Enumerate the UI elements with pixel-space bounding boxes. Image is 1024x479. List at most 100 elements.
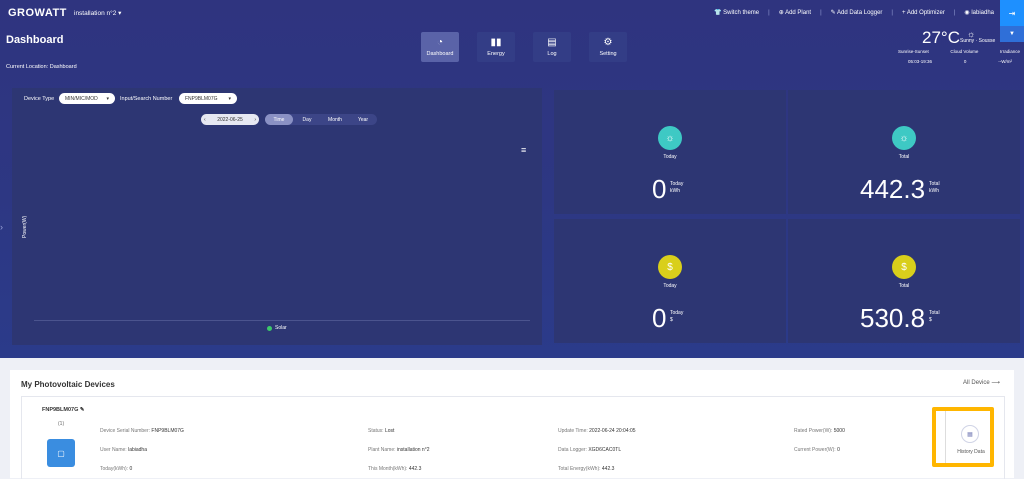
stat-card-energy-total: ☼ Total 442.3 Total kWh <box>788 90 1020 214</box>
field-value: Lost <box>384 428 395 434</box>
field-today: Today(kWh): 0 <box>100 466 132 472</box>
top-nav: GROWATT installation n°2 ▾ 👕 Switch them… <box>0 0 1024 26</box>
gear-icon: ⚙ <box>603 36 613 48</box>
cloud-value: 0 <box>963 59 967 64</box>
switch-theme-button[interactable]: 👕 Switch theme <box>714 9 759 16</box>
field-month: This Month(kWh): 442.3 <box>368 466 421 472</box>
logout-icon: ⇥ <box>1008 8 1016 18</box>
edit-icon[interactable]: ✎ <box>78 407 85 413</box>
field-update-time: Update Time: 2022-06-24 20:04:05 <box>558 428 636 434</box>
stat-unit-top: Today <box>670 310 684 316</box>
add-data-logger-button[interactable]: ✎ Add Data Logger <box>831 9 883 16</box>
field-value: 442.3 <box>601 466 615 472</box>
stat-label: Total <box>898 154 910 160</box>
chevron-down-icon: ▾ <box>118 10 122 17</box>
plant-selector[interactable]: installation n°2 ▾ <box>74 9 121 17</box>
field-value: 0 <box>129 466 133 472</box>
field-data-logger: Data Logger: XGD6CAC0TL <box>558 447 621 453</box>
weather-widget: 27°C ☼ Sunny · Sousse Sunrise-Sunset Clo… <box>898 28 1020 68</box>
chart-menu-icon[interactable]: ≡ <box>521 145 526 155</box>
stat-unit-bottom: $ <box>670 317 673 323</box>
user-menu[interactable]: ◉ labiadha <box>964 9 994 16</box>
all-device-link[interactable]: All Device ⟶ <box>963 379 1000 386</box>
irradiance-label: Irradiance <box>999 49 1020 54</box>
stat-card-energy-today: ☼ Today 0 Today kWh <box>554 90 786 214</box>
range-time[interactable]: Time <box>265 114 293 125</box>
field-value: 5000 <box>833 428 845 434</box>
tab-energy[interactable]: ▮▮ Energy <box>477 32 515 62</box>
tab-dashboard[interactable]: ◔ Dashboard <box>421 32 459 62</box>
breadcrumb: Current Location: Dashboard <box>6 64 77 70</box>
divider: | <box>953 9 956 16</box>
next-date-icon[interactable]: › <box>254 117 256 123</box>
chart-y-label: Power(W) <box>22 215 28 238</box>
field-label: Current Power(W): <box>794 447 836 453</box>
device-type-label: Device Type <box>24 96 55 102</box>
inverter-icon[interactable]: ▢ <box>47 439 75 467</box>
divider: | <box>820 9 822 16</box>
stat-card-revenue-today: $ Today 0 Today $ <box>554 219 786 343</box>
legend-dot <box>267 325 272 331</box>
stat-value: 442.3 <box>860 174 926 204</box>
tab-log[interactable]: ▤ Log <box>533 32 571 62</box>
sunrise-label: Sunrise-Sunset <box>898 49 929 54</box>
weather-labels: Sunrise-Sunset Cloud Volume Irradiance <box>898 49 1020 54</box>
range-month[interactable]: Month <box>321 114 349 125</box>
plant-name: installation n°2 <box>74 10 117 17</box>
field-rated-power: Rated Power(W): 5000 <box>794 428 845 434</box>
logout-button[interactable]: ⇥ <box>1000 0 1024 26</box>
user-name: labiadha <box>971 10 994 16</box>
field-value: 442.3 <box>408 466 422 472</box>
device-id[interactable]: FNP9BLM07G ✎ <box>42 407 85 413</box>
stat-card-revenue-total: $ Total 530.8 Total $ <box>788 219 1020 343</box>
dashboard-top: GROWATT installation n°2 ▾ 👕 Switch them… <box>0 0 1024 358</box>
gauge-icon: ◔ <box>436 36 444 48</box>
stat-unit-top: Total <box>929 310 940 316</box>
add-plant-button[interactable]: ⊕ Add Plant <box>779 9 811 16</box>
add-optimizer-button[interactable]: + Add Optimizer <box>902 10 945 16</box>
search-label: Input/Search Number <box>120 96 173 102</box>
field-label: Today(kWh): <box>100 466 129 472</box>
stat-value: 0 <box>652 174 667 204</box>
power-chart-panel: Device Type MIN/MIC/MOD ▾ Input/Search Nu… <box>12 88 542 345</box>
time-range-toggle: Time Day Month Year <box>265 114 377 125</box>
field-label: Status: <box>368 428 384 434</box>
range-year[interactable]: Year <box>349 114 377 125</box>
sun-icon: ☼ <box>892 126 916 150</box>
device-type-select[interactable]: MIN/MIC/MOD ▾ <box>59 93 115 104</box>
add-logger-label: Add Data Logger <box>837 10 883 16</box>
chart-legend[interactable]: Solar <box>267 325 287 331</box>
chevron-down-icon: ▾ <box>228 95 231 102</box>
add-optimizer-label: Add Optimizer <box>906 9 945 16</box>
legend-label: Solar <box>275 325 287 331</box>
stat-unit-bottom: kWh <box>670 188 680 194</box>
field-total-energy: Total Energy(kWh): 442.3 <box>558 466 614 472</box>
prev-date-icon[interactable]: ‹ <box>204 117 206 123</box>
field-value[interactable]: XGD6CAC0TL <box>588 447 621 453</box>
highlight-box <box>932 407 994 467</box>
tab-label: Log <box>547 50 557 57</box>
device-count: (1) <box>58 421 65 427</box>
range-day[interactable]: Day <box>293 114 321 125</box>
expand-arrow-icon[interactable]: › <box>0 222 3 232</box>
device-number-select[interactable]: FNP9BLM07G ▾ <box>179 93 237 104</box>
tab-setting[interactable]: ⚙ Setting <box>589 32 627 62</box>
devices-section: My Photovoltaic Devices All Device ⟶ FNP… <box>10 370 1014 479</box>
field-value: 0 <box>837 447 840 453</box>
stat-unit: Total $ <box>929 310 940 324</box>
growatt-logo: GROWATT <box>8 7 67 19</box>
field-label: Device Serial Number: <box>100 428 151 434</box>
device-type-value: MIN/MIC/MOD <box>65 95 98 102</box>
shirt-icon: 👕 <box>713 10 724 16</box>
field-serial: Device Serial Number: FNP9BLM07G <box>100 428 184 434</box>
date-picker[interactable]: ‹ 2022-06-25 › <box>201 114 259 125</box>
tab-label: Dashboard <box>426 50 454 57</box>
stat-label: Today <box>663 283 677 289</box>
stat-unit-top: Total <box>929 181 940 187</box>
irradiance-value: --W/m² <box>998 59 1012 64</box>
bar-chart-icon: ▮▮ <box>490 36 502 48</box>
field-label: User Name: <box>100 447 127 453</box>
stat-unit: Today kWh <box>670 181 683 195</box>
chevron-down-icon: ▾ <box>106 95 109 102</box>
main-tabs: ◔ Dashboard ▮▮ Energy ▤ Log ⚙ Setting <box>421 32 627 62</box>
